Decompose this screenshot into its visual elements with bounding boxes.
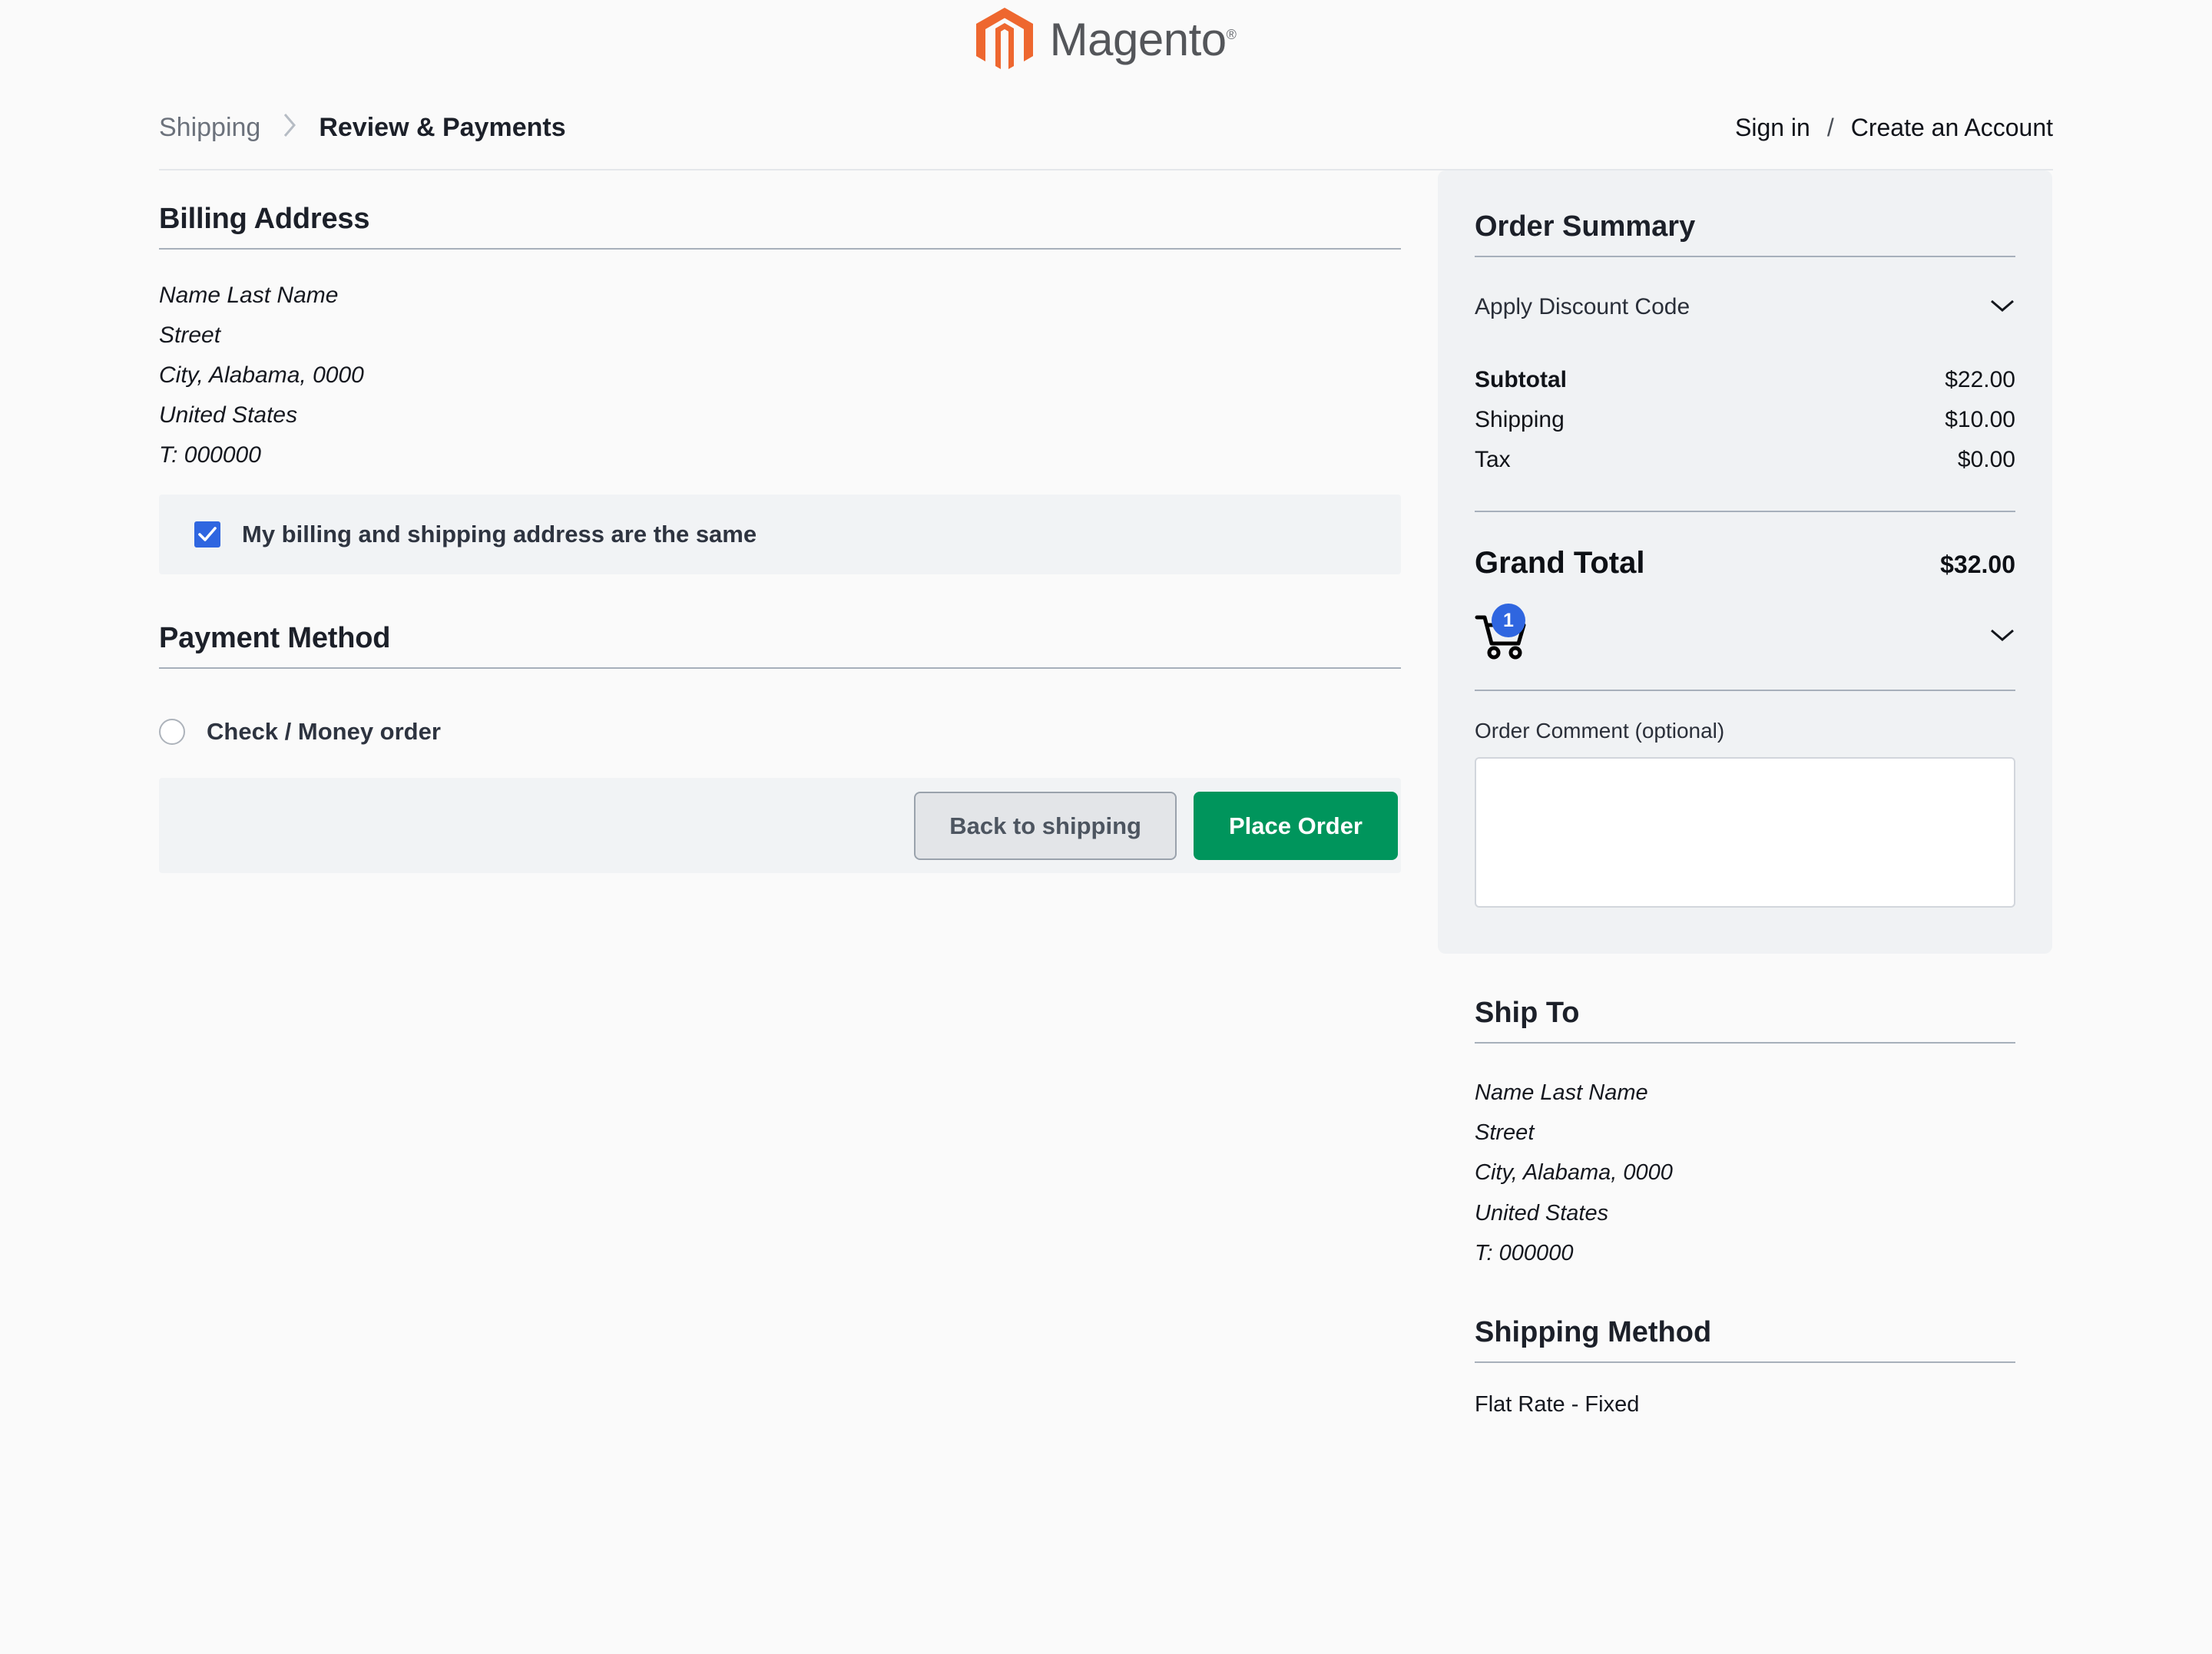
order-comment-label: Order Comment (optional) <box>1475 691 2015 757</box>
checkout-sidebar: Order Summary Apply Discount Code Subtot… <box>1438 170 2052 1417</box>
billing-same-as-shipping-checkbox[interactable] <box>194 521 220 547</box>
shipping-method-section: Shipping Method Flat Rate - Fixed <box>1438 1316 2052 1417</box>
shipping-label: Shipping <box>1475 407 1565 433</box>
apply-discount-code-toggle[interactable]: Apply Discount Code <box>1475 257 2015 354</box>
grand-total-value: $32.00 <box>1940 551 2015 579</box>
brand-name: Magento <box>1050 14 1227 65</box>
billing-title-divider <box>159 248 1401 250</box>
back-to-shipping-button[interactable]: Back to shipping <box>914 792 1177 860</box>
total-row-tax: Tax $0.00 <box>1475 440 2015 480</box>
checkout-page: Shipping Review & Payments Sign in / Cre… <box>159 80 2053 1417</box>
checkout-main-column: Billing Address Name Last Name Street Ci… <box>159 170 1401 873</box>
tax-value: $0.00 <box>1958 447 2015 473</box>
order-summary-title: Order Summary <box>1475 210 2015 243</box>
checkout-progress-bar: Shipping Review & Payments Sign in / Cre… <box>159 112 2053 170</box>
checkout-columns: Billing Address Name Last Name Street Ci… <box>159 170 2053 1417</box>
cart-items-toggle[interactable]: 1 <box>1475 581 2015 690</box>
magento-wordmark: Magento® <box>1050 17 1237 63</box>
cart-item-count-badge: 1 <box>1492 604 1525 637</box>
ship-to-address-line: Name Last Name <box>1475 1073 2015 1113</box>
breadcrumb: Shipping Review & Payments <box>159 112 566 143</box>
ship-to-address-line: Street <box>1475 1113 2015 1153</box>
billing-same-as-shipping-label: My billing and shipping address are the … <box>242 521 757 548</box>
auth-links: Sign in / Create an Account <box>1735 114 2053 142</box>
billing-address: Name Last Name Street City, Alabama, 000… <box>159 276 1401 475</box>
tax-label: Tax <box>1475 447 1511 473</box>
total-row-shipping: Shipping $10.00 <box>1475 400 2015 440</box>
ship-to-divider <box>1475 1042 2015 1044</box>
shipping-method-divider <box>1475 1361 2015 1363</box>
chevron-right-icon <box>282 112 297 143</box>
payment-actions-bar: Back to shipping Place Order <box>159 778 1401 873</box>
chevron-down-icon <box>1989 627 2015 647</box>
site-header: Magento® <box>0 0 2212 80</box>
payment-title-divider <box>159 667 1401 669</box>
sign-in-link[interactable]: Sign in <box>1735 114 1810 142</box>
breadcrumb-shipping[interactable]: Shipping <box>159 113 260 143</box>
payment-method-option-check-money-order[interactable]: Check / Money order <box>159 695 1401 767</box>
place-order-button[interactable]: Place Order <box>1194 792 1398 860</box>
order-totals: Subtotal $22.00 Shipping $10.00 Tax $0.0… <box>1475 354 2015 480</box>
payment-method-label: Check / Money order <box>207 718 441 746</box>
ship-to-address: Name Last Name Street City, Alabama, 000… <box>1475 1073 2015 1273</box>
ship-to-address-line: United States <box>1475 1193 2015 1233</box>
billing-address-line: T: 000000 <box>159 435 1401 475</box>
order-summary-panel: Order Summary Apply Discount Code Subtot… <box>1438 170 2052 954</box>
shopping-cart-icon: 1 <box>1475 613 1530 660</box>
chevron-down-icon <box>1989 298 2015 317</box>
grand-total-row: Grand Total $32.00 <box>1475 512 2015 581</box>
subtotal-label: Subtotal <box>1475 367 1567 393</box>
shipping-value: $10.00 <box>1945 407 2015 433</box>
billing-address-line: United States <box>159 395 1401 435</box>
ship-to-address-line: City, Alabama, 0000 <box>1475 1153 2015 1193</box>
subtotal-value: $22.00 <box>1945 367 2015 393</box>
billing-address-line: Street <box>159 316 1401 356</box>
billing-address-title: Billing Address <box>159 203 1401 236</box>
grand-total-label: Grand Total <box>1475 546 1644 581</box>
ship-to-section: Ship To Name Last Name Street City, Alab… <box>1438 997 2052 1273</box>
create-account-link[interactable]: Create an Account <box>1851 114 2053 142</box>
check-icon <box>198 526 217 543</box>
magento-logo[interactable]: Magento® <box>976 8 1237 72</box>
ship-to-address-line: T: 000000 <box>1475 1233 2015 1273</box>
payment-method-title: Payment Method <box>159 622 1401 655</box>
order-comment-textarea[interactable] <box>1475 757 2015 908</box>
billing-address-line: Name Last Name <box>159 276 1401 316</box>
magento-hexagon-icon <box>976 8 1033 72</box>
billing-same-as-shipping-row[interactable]: My billing and shipping address are the … <box>159 495 1401 574</box>
auth-separator: / <box>1827 114 1834 142</box>
shipping-method-title: Shipping Method <box>1475 1316 2015 1349</box>
payment-method-radio[interactable] <box>159 719 185 745</box>
breadcrumb-review-payments: Review & Payments <box>319 113 565 143</box>
payment-method-section: Payment Method Check / Money order Back … <box>159 622 1401 873</box>
shipping-method-value: Flat Rate - Fixed <box>1475 1392 2015 1417</box>
billing-address-line: City, Alabama, 0000 <box>159 356 1401 395</box>
apply-discount-code-label: Apply Discount Code <box>1475 294 1690 320</box>
ship-to-title: Ship To <box>1475 997 2015 1030</box>
total-row-subtotal: Subtotal $22.00 <box>1475 360 2015 400</box>
registered-mark: ® <box>1227 27 1237 42</box>
